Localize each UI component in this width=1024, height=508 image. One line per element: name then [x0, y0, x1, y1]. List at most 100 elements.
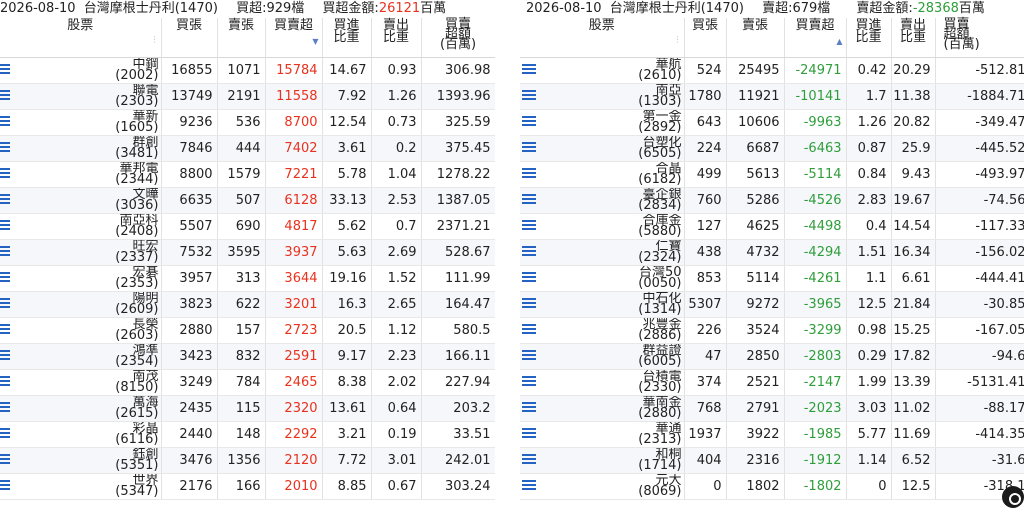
stock-cell[interactable]: 南亞科 (2408)	[10, 213, 162, 240]
row-menu[interactable]	[0, 57, 10, 84]
stock-cell[interactable]: 鈺創 (5351)	[10, 447, 162, 474]
list-menu-icon[interactable]	[0, 349, 10, 360]
list-menu-icon[interactable]	[0, 271, 10, 282]
header-buy[interactable]: 買張	[161, 18, 218, 58]
table-row[interactable]: 萬海 (2615) 2435 115 2320 13.61 0.64 203.2	[0, 395, 495, 422]
stock-cell[interactable]: 彩晶 (6116)	[10, 421, 162, 448]
table-row[interactable]: 聯電 (2303) 13749 2191 11558 7.92 1.26 1393.96	[0, 83, 495, 110]
row-menu[interactable]	[520, 317, 536, 344]
table-row[interactable]: 第一金 (2892) 643 10606 -9963 1.26 20.82 -349.47	[520, 109, 1024, 136]
table-row[interactable]: 長榮 (2603) 2880 157 2723 20.5 1.12 580.5	[0, 317, 495, 344]
row-menu[interactable]	[520, 83, 536, 110]
list-menu-icon[interactable]	[522, 375, 536, 386]
row-menu[interactable]	[0, 187, 10, 214]
list-menu-icon[interactable]	[522, 479, 536, 490]
row-menu[interactable]	[520, 187, 536, 214]
row-menu[interactable]	[0, 447, 10, 474]
table-row[interactable]: 台塑化 (6505) 224 6687 -6463 0.87 25.9 -445.52	[520, 135, 1024, 162]
list-menu-icon[interactable]	[522, 193, 536, 204]
stock-cell[interactable]: 群益證 (6005)	[536, 343, 685, 370]
header-net[interactable]: 買賣超 ▲	[784, 18, 847, 58]
table-row[interactable]: 合晶 (6182) 499 5613 -5114 0.84 9.43 -493.97	[520, 161, 1024, 188]
column-resize-icon[interactable]: ⋮	[151, 36, 159, 44]
row-menu[interactable]	[520, 291, 536, 318]
table-row[interactable]: 華邦電 (2344) 8800 1579 7221 5.78 1.04 1278.22	[0, 161, 495, 188]
header-buy-pct[interactable]: 買進 比重	[846, 18, 892, 58]
table-row[interactable]: 群益證 (6005) 47 2850 -2803 0.29 17.82 -94.6	[520, 343, 1024, 370]
stock-cell[interactable]: 臺企銀 (2834)	[536, 187, 685, 214]
table-row[interactable]: 中石化 (1314) 5307 9272 -3965 12.5 21.84 -30.85	[520, 291, 1024, 318]
scroll-button-icon[interactable]	[1002, 486, 1024, 508]
row-menu[interactable]	[0, 239, 10, 266]
list-menu-icon[interactable]	[0, 401, 10, 412]
stock-cell[interactable]: 中石化 (1314)	[536, 291, 685, 318]
list-menu-icon[interactable]	[522, 115, 536, 126]
row-menu[interactable]	[520, 421, 536, 448]
table-row[interactable]: 旺宏 (2337) 7532 3595 3937 5.63 2.69 528.67	[0, 239, 495, 266]
list-menu-icon[interactable]	[0, 141, 10, 152]
list-menu-icon[interactable]	[522, 401, 536, 412]
row-menu[interactable]	[520, 395, 536, 422]
row-menu[interactable]	[520, 57, 536, 84]
stock-cell[interactable]: 萬海 (2615)	[10, 395, 162, 422]
header-sell[interactable]: 賣張	[726, 18, 785, 58]
stock-cell[interactable]: 南亞 (1303)	[536, 83, 685, 110]
list-menu-icon[interactable]	[522, 349, 536, 360]
header-amount[interactable]: 買賣 超額 (百萬)	[935, 18, 1024, 58]
table-row[interactable]: 元大 (8069) 0 1802 -1802 0 12.5 -318.1	[520, 473, 1024, 500]
list-menu-icon[interactable]	[0, 375, 10, 386]
table-row[interactable]: 陽明 (2609) 3823 622 3201 16.3 2.65 164.47	[0, 291, 495, 318]
list-menu-icon[interactable]	[0, 297, 10, 308]
list-menu-icon[interactable]	[0, 193, 10, 204]
list-menu-icon[interactable]	[0, 115, 10, 126]
row-menu[interactable]	[0, 265, 10, 292]
list-menu-icon[interactable]	[522, 89, 536, 100]
list-menu-icon[interactable]	[522, 219, 536, 230]
table-row[interactable]: 南亞科 (2408) 5507 690 4817 5.62 0.7 2371.21	[0, 213, 495, 240]
list-menu-icon[interactable]	[522, 245, 536, 256]
list-menu-icon[interactable]	[0, 323, 10, 334]
header-buy[interactable]: 買張	[684, 18, 727, 58]
row-menu[interactable]	[0, 135, 10, 162]
list-menu-icon[interactable]	[0, 479, 10, 490]
table-row[interactable]: 兆豐金 (2886) 226 3524 -3299 0.98 15.25 -167.05	[520, 317, 1024, 344]
row-menu[interactable]	[520, 473, 536, 500]
stock-cell[interactable]: 華航 (2610)	[536, 57, 685, 84]
row-menu[interactable]	[0, 291, 10, 318]
row-menu[interactable]	[0, 421, 10, 448]
table-row[interactable]: 文曄 (3036) 6635 507 6128 33.13 2.53 1387.05	[0, 187, 495, 214]
row-menu[interactable]	[0, 369, 10, 396]
row-menu[interactable]	[520, 343, 536, 370]
list-menu-icon[interactable]	[522, 167, 536, 178]
stock-cell[interactable]: 旺宏 (2337)	[10, 239, 162, 266]
header-sell-pct[interactable]: 賣出 比重	[371, 18, 422, 58]
list-menu-icon[interactable]	[522, 271, 536, 282]
list-menu-icon[interactable]	[0, 63, 10, 74]
header-buy-pct[interactable]: 買進 比重	[322, 18, 372, 58]
header-stock[interactable]: 股票 ⋮	[520, 18, 685, 58]
row-menu[interactable]	[0, 213, 10, 240]
table-row[interactable]: 台灣50 (0050) 853 5114 -4261 1.1 6.61 -444.41	[520, 265, 1024, 292]
table-row[interactable]: 中鋼 (2002) 16855 1071 15784 14.67 0.93 306.98	[0, 57, 495, 84]
table-row[interactable]: 群創 (3481) 7846 444 7402 3.61 0.2 375.45	[0, 135, 495, 162]
stock-cell[interactable]: 華通 (2313)	[536, 421, 685, 448]
header-amount[interactable]: 買賣 超額 (百萬)	[421, 18, 495, 58]
table-row[interactable]: 華南金 (2880) 768 2791 -2023 3.03 11.02 -88.17	[520, 395, 1024, 422]
list-menu-icon[interactable]	[0, 453, 10, 464]
list-menu-icon[interactable]	[0, 89, 10, 100]
list-menu-icon[interactable]	[522, 323, 536, 334]
row-menu[interactable]	[520, 161, 536, 188]
list-menu-icon[interactable]	[0, 167, 10, 178]
stock-cell[interactable]: 群創 (3481)	[10, 135, 162, 162]
stock-cell[interactable]: 鴻準 (2354)	[10, 343, 162, 370]
stock-cell[interactable]: 台塑化 (6505)	[536, 135, 685, 162]
stock-cell[interactable]: 仁寶 (2324)	[536, 239, 685, 266]
table-row[interactable]: 鈺創 (5351) 3476 1356 2120 7.72 3.01 242.01	[0, 447, 495, 474]
table-row[interactable]: 彩晶 (6116) 2440 148 2292 3.21 0.19 33.51	[0, 421, 495, 448]
list-menu-icon[interactable]	[0, 427, 10, 438]
stock-cell[interactable]: 世界 (5347)	[10, 473, 162, 500]
stock-cell[interactable]: 中鋼 (2002)	[10, 57, 162, 84]
row-menu[interactable]	[520, 239, 536, 266]
table-row[interactable]: 華航 (2610) 524 25495 -24971 0.42 20.29 -512.81	[520, 57, 1024, 84]
row-menu[interactable]	[520, 109, 536, 136]
